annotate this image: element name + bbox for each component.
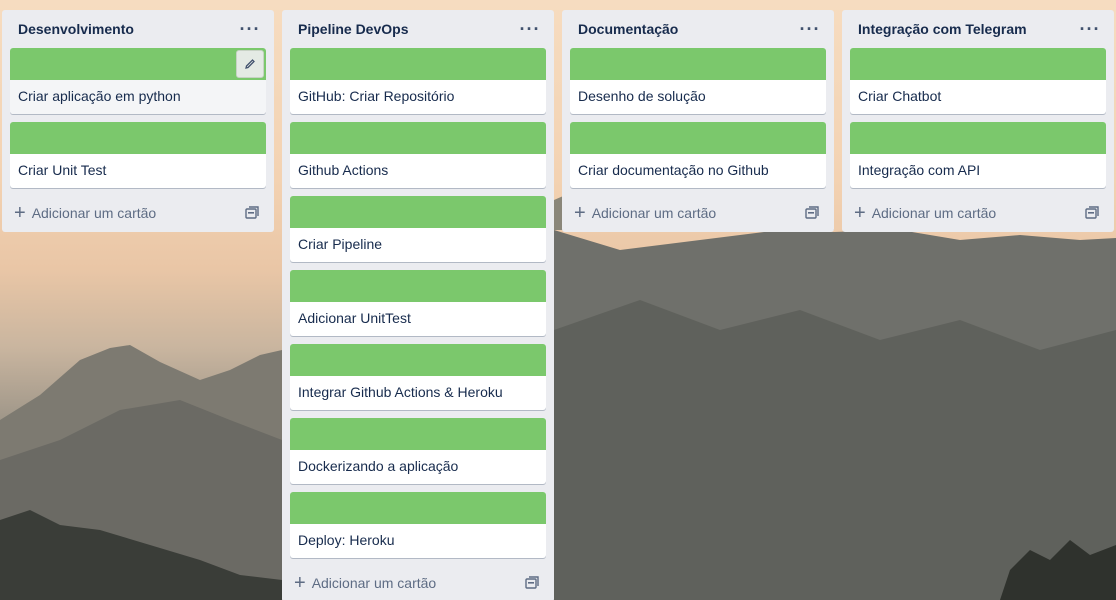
card-title: Criar documentação no Github (578, 162, 769, 178)
plus-icon: + (574, 202, 586, 224)
list-pipeline-devops: Pipeline DevOps ··· GitHub: Criar Reposi… (282, 10, 554, 600)
list-header[interactable]: Integração com Telegram ··· (842, 10, 1114, 48)
plus-icon: + (854, 202, 866, 224)
card[interactable]: Criar Unit Test (10, 122, 266, 188)
card-title: Integração com API (858, 162, 981, 178)
card[interactable]: GitHub: Criar Repositório (290, 48, 546, 114)
add-card-label: Adicionar um cartão (591, 205, 717, 221)
add-card-button[interactable]: + Adicionar um cartão (574, 203, 716, 223)
card[interactable]: Integração com API (850, 122, 1106, 188)
card-title: Criar Unit Test (18, 162, 107, 178)
add-card-row: + Adicionar um cartão (2, 194, 274, 232)
board: Desenvolvimento ··· Criar aplicação em p… (0, 0, 1116, 600)
card-cover (290, 344, 546, 376)
card[interactable]: Github Actions (290, 122, 546, 188)
card[interactable]: Criar Chatbot (850, 48, 1106, 114)
ellipsis-icon[interactable]: ··· (516, 15, 544, 43)
card-title: Dockerizando a aplicação (298, 458, 459, 474)
list-title[interactable]: Documentação (578, 21, 678, 37)
card-list: Criar Chatbot Integração com API (842, 48, 1114, 188)
add-card-button[interactable]: + Adicionar um cartão (854, 203, 996, 223)
plus-icon: + (294, 572, 306, 594)
list-desenvolvimento: Desenvolvimento ··· Criar aplicação em p… (2, 10, 274, 232)
card-title: Desenho de solução (578, 88, 706, 104)
card-cover (290, 270, 546, 302)
list-title[interactable]: Integração com Telegram (858, 21, 1027, 37)
card[interactable]: Criar documentação no Github (570, 122, 826, 188)
card-cover (290, 418, 546, 450)
card-list: Criar aplicação em python Criar Unit Tes… (2, 48, 274, 188)
card-title: Adicionar UnitTest (298, 310, 411, 326)
card-title: Criar aplicação em python (10, 80, 266, 114)
card-title: Github Actions (298, 162, 389, 178)
card-cover (10, 48, 266, 80)
card-template-icon[interactable] (1084, 205, 1100, 221)
ellipsis-icon[interactable]: ··· (236, 15, 264, 43)
card-cover (850, 48, 1106, 80)
card-title: Integrar Github Actions & Heroku (298, 384, 503, 400)
card-cover (290, 196, 546, 228)
card-list: GitHub: Criar Repositório Github Actions… (282, 48, 554, 558)
add-card-row: + Adicionar um cartão (282, 564, 554, 600)
card-cover (290, 122, 546, 154)
card-cover (290, 492, 546, 524)
list-documentacao: Documentação ··· Desenho de solução Cria… (562, 10, 834, 232)
add-card-button[interactable]: + Adicionar um cartão (14, 203, 156, 223)
list-header[interactable]: Documentação ··· (562, 10, 834, 48)
card-title: Deploy: Heroku (298, 532, 395, 548)
card-cover (10, 122, 266, 154)
list-integracao-telegram: Integração com Telegram ··· Criar Chatbo… (842, 10, 1114, 232)
list-header[interactable]: Pipeline DevOps ··· (282, 10, 554, 48)
card[interactable]: Criar aplicação em python (10, 48, 266, 114)
list-title[interactable]: Desenvolvimento (18, 21, 134, 37)
card-cover (850, 122, 1106, 154)
card[interactable]: Criar Pipeline (290, 196, 546, 262)
card-title: GitHub: Criar Repositório (298, 88, 455, 104)
card-title: Criar Chatbot (858, 88, 942, 104)
ellipsis-icon[interactable]: ··· (796, 15, 824, 43)
card-template-icon[interactable] (804, 205, 820, 221)
plus-icon: + (14, 202, 26, 224)
card-list: Desenho de solução Criar documentação no… (562, 48, 834, 188)
card[interactable]: Desenho de solução (570, 48, 826, 114)
card-cover (290, 48, 546, 80)
card[interactable]: Adicionar UnitTest (290, 270, 546, 336)
add-card-button[interactable]: + Adicionar um cartão (294, 573, 436, 593)
add-card-label: Adicionar um cartão (871, 205, 997, 221)
add-card-label: Adicionar um cartão (31, 205, 157, 221)
add-card-label: Adicionar um cartão (311, 575, 437, 591)
add-card-row: + Adicionar um cartão (562, 194, 834, 232)
card-template-icon[interactable] (524, 575, 540, 591)
ellipsis-icon[interactable]: ··· (1076, 15, 1104, 43)
list-header[interactable]: Desenvolvimento ··· (2, 10, 274, 48)
card-cover (570, 48, 826, 80)
card-template-icon[interactable] (244, 205, 260, 221)
list-title[interactable]: Pipeline DevOps (298, 21, 408, 37)
card[interactable]: Deploy: Heroku (290, 492, 546, 558)
card-title: Criar Pipeline (298, 236, 383, 252)
card[interactable]: Integrar Github Actions & Heroku (290, 344, 546, 410)
pencil-icon[interactable] (236, 50, 264, 78)
add-card-row: + Adicionar um cartão (842, 194, 1114, 232)
card[interactable]: Dockerizando a aplicação (290, 418, 546, 484)
card-cover (570, 122, 826, 154)
